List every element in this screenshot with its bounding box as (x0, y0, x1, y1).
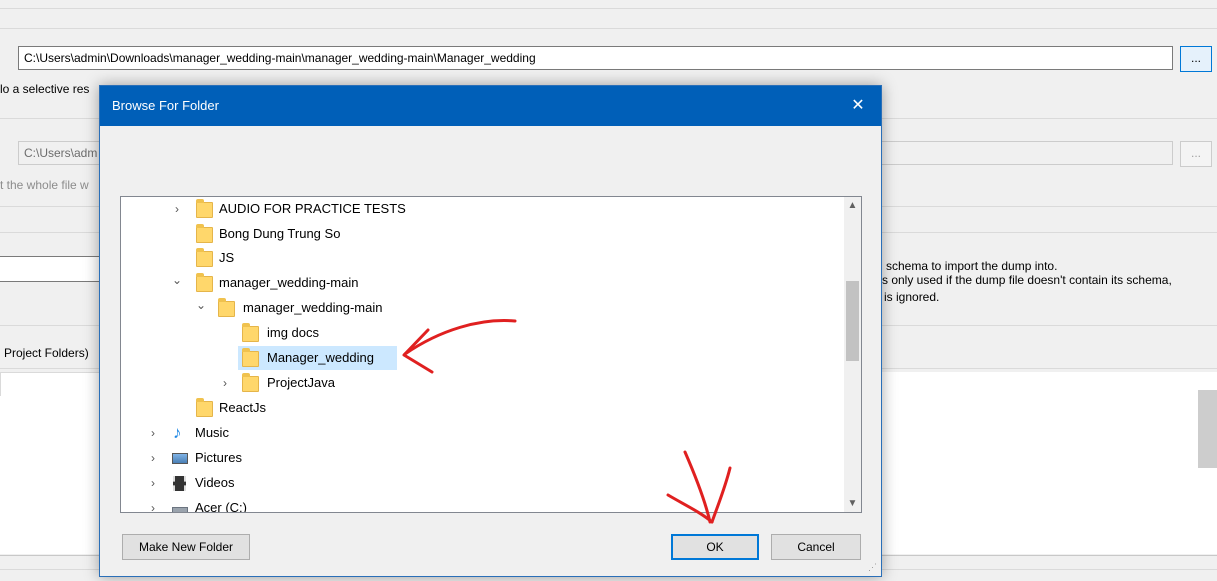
browse-button[interactable]: ... (1180, 46, 1212, 72)
folder-icon (218, 298, 235, 317)
dump-path-input[interactable]: C:\Users\admin\Downloads\manager_wedding… (18, 46, 1173, 70)
drive-icon (172, 507, 188, 512)
chevron-right-icon[interactable]: › (218, 371, 232, 395)
background-scrollbar-thumb[interactable] (1198, 390, 1217, 468)
chevron-right-icon[interactable]: › (146, 421, 160, 445)
chevron-right-icon[interactable]: › (170, 197, 184, 221)
chevron-down-icon[interactable]: ⌄ (170, 268, 184, 292)
tree-item-label: img docs (267, 325, 320, 340)
project-folders-label: Project Folders) (4, 346, 89, 360)
chevron-right-icon[interactable]: › (146, 471, 160, 495)
close-icon[interactable]: ✕ (835, 86, 881, 126)
divider (0, 8, 1217, 9)
folder-icon (242, 323, 259, 342)
tree-item-label: manager_wedding-main (219, 275, 359, 290)
make-new-folder-button[interactable]: Make New Folder (122, 534, 250, 560)
resize-grip-icon[interactable]: ⋰ (868, 562, 877, 573)
selective-restore-text: lo a selective res (0, 82, 90, 96)
whole-file-text: t the whole file w (0, 178, 89, 192)
pictures-icon (172, 453, 188, 464)
music-icon: ♪ (173, 423, 182, 442)
scroll-up-icon[interactable]: ▲ (844, 197, 861, 214)
schema-select[interactable] (0, 256, 102, 282)
tree-item-label: Music (195, 425, 229, 440)
tree-item-label: Videos (195, 475, 235, 490)
background-list-area-right (882, 372, 1217, 554)
disabled-browse-button: ... (1180, 141, 1212, 167)
schema-note-2: s only used if the dump file doesn't con… (882, 273, 1172, 287)
scroll-down-icon[interactable]: ▼ (844, 495, 861, 512)
ok-button[interactable]: OK (671, 534, 759, 560)
tree-item-label: JS (219, 250, 235, 265)
cancel-button[interactable]: Cancel (771, 534, 861, 560)
tree-item-label: Acer (C:) (195, 500, 247, 513)
folder-icon (196, 248, 213, 267)
browse-for-folder-dialog: Browse For Folder ✕ › AUDIO FOR PRACTICE… (99, 85, 882, 577)
tree-item-label: AUDIO FOR PRACTICE TESTS (219, 201, 406, 216)
chevron-right-icon[interactable]: › (146, 446, 160, 470)
divider (0, 28, 1217, 29)
videos-icon (173, 476, 186, 491)
background-list-area (0, 396, 100, 554)
folder-tree[interactable]: › AUDIO FOR PRACTICE TESTS Bong Dung Tru… (120, 196, 862, 513)
chevron-down-icon[interactable]: ⌄ (194, 293, 208, 317)
folder-icon (242, 373, 259, 392)
tree-item-label: Bong Dung Trung So (219, 226, 341, 241)
scrollbar-thumb[interactable] (846, 281, 859, 361)
tree-item-label: manager_wedding-main (243, 300, 383, 315)
tree-item-label: ReactJs (219, 400, 266, 415)
folder-icon (196, 224, 213, 243)
folder-icon (196, 398, 213, 417)
tree-item-label: Pictures (195, 450, 242, 465)
tree-item-label: Manager_wedding (267, 350, 374, 365)
folder-icon (196, 273, 213, 292)
schema-note-1: schema to import the dump into. (886, 259, 1058, 273)
tree-item-label: ProjectJava (267, 375, 335, 390)
tree-scrollbar[interactable]: ▲ ▼ (844, 197, 861, 512)
folder-icon (196, 199, 213, 218)
folder-icon (242, 348, 259, 367)
dialog-titlebar: Browse For Folder ✕ (100, 86, 881, 126)
dialog-title: Browse For Folder (112, 98, 219, 113)
chevron-right-icon[interactable]: › (146, 496, 160, 512)
filter-input[interactable] (0, 372, 102, 398)
schema-note-3: is ignored. (884, 290, 940, 304)
